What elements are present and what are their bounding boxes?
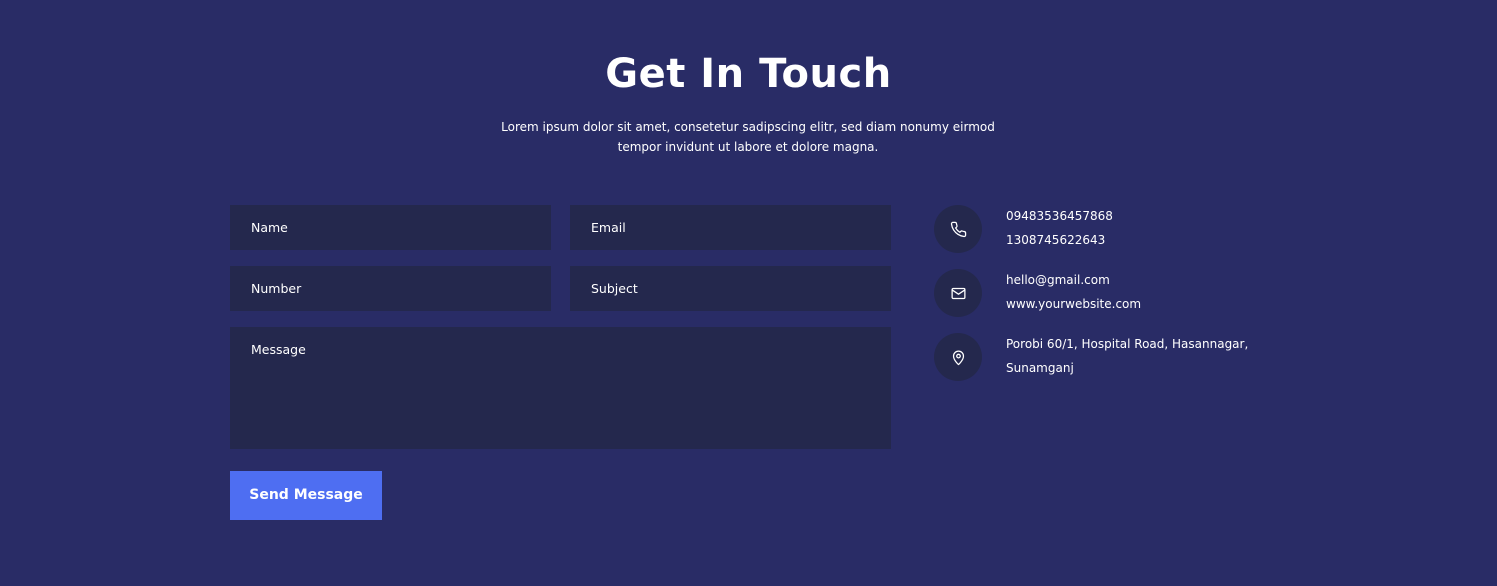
address: Porobi 60/1, Hospital Road, Hasannagar, … [1006,332,1248,380]
phone-number-secondary: 1308745622643 [1006,233,1106,247]
subject-input[interactable]: Subject [570,266,891,311]
location-pin-icon [934,333,982,381]
section-description: Lorem ipsum dolor sit amet, consetetur s… [501,120,995,154]
email-address[interactable]: hello@gmail.com [1006,268,1141,292]
phone-number-primary: 09483536457868 [1006,209,1113,223]
email-details: hello@gmail.com www.yourwebsite.com [1006,268,1141,316]
address-line-2: Sunamganj [1006,361,1074,375]
subject-placeholder: Subject [591,281,638,296]
email-input[interactable]: Email [570,205,891,250]
address-line-1: Porobi 60/1, Hospital Road, Hasannagar, [1006,337,1249,351]
mail-icon [934,269,982,317]
website-link[interactable]: www.yourwebsite.com [1006,292,1141,316]
email-placeholder: Email [591,220,626,235]
phone-numbers: 09483536457868 1308745622643 [1006,204,1113,252]
message-textarea[interactable]: Message [230,327,891,449]
number-input[interactable]: Number [230,266,551,311]
page-title: Get In Touch [605,51,892,97]
name-placeholder: Name [251,220,288,235]
send-message-button[interactable]: Send Message [230,471,382,520]
name-input[interactable]: Name [230,205,551,250]
phone-icon [934,205,982,253]
number-placeholder: Number [251,281,302,296]
message-placeholder: Message [251,342,306,357]
